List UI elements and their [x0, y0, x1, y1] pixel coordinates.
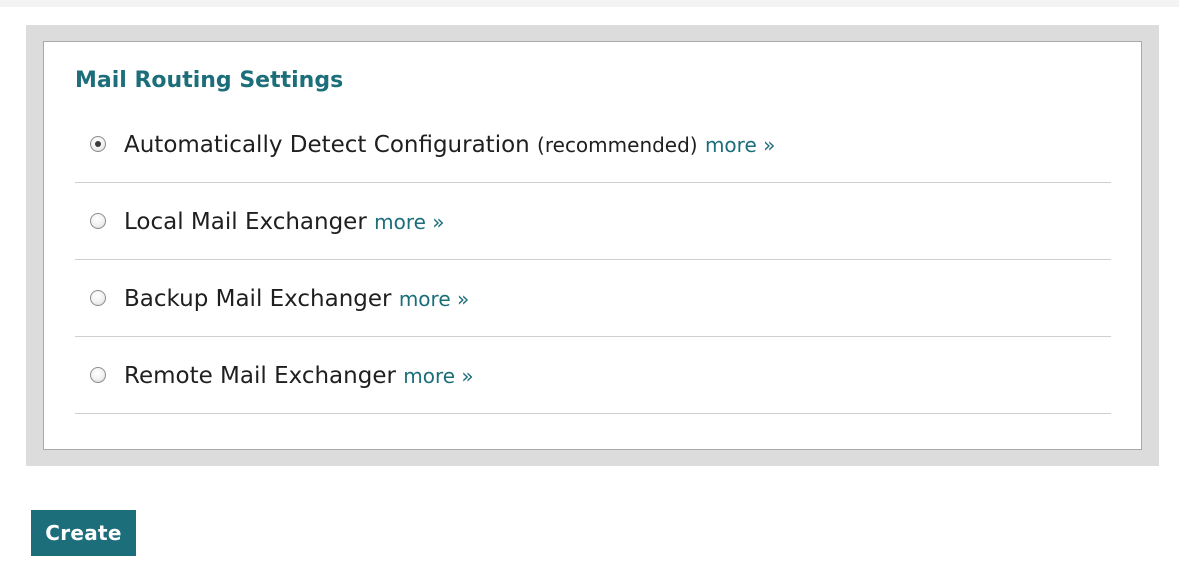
top-strip	[0, 0, 1179, 7]
more-link-backup-exchanger[interactable]: more »	[399, 287, 469, 311]
option-auto-detect[interactable]: Automatically Detect Configuration (reco…	[75, 106, 1111, 183]
radio-backup-exchanger[interactable]	[90, 290, 106, 306]
more-link-local-exchanger[interactable]: more »	[374, 210, 444, 234]
option-text: Backup Mail Exchanger more »	[124, 284, 469, 314]
option-remote-exchanger[interactable]: Remote Mail Exchanger more »	[75, 337, 1111, 414]
routing-options-list: Automatically Detect Configuration (reco…	[75, 106, 1111, 414]
option-text: Automatically Detect Configuration (reco…	[124, 130, 775, 160]
panel-title: Mail Routing Settings	[75, 68, 344, 93]
mail-routing-panel: Mail Routing Settings Automatically Dete…	[26, 25, 1159, 466]
option-text: Local Mail Exchanger more »	[124, 207, 445, 237]
radio-remote-exchanger[interactable]	[90, 367, 106, 383]
radio-local-exchanger[interactable]	[90, 213, 106, 229]
radio-auto-detect[interactable]	[90, 136, 106, 152]
option-label: Remote Mail Exchanger	[124, 363, 396, 389]
create-button[interactable]: Create	[31, 510, 136, 556]
option-note: (recommended)	[537, 133, 698, 157]
option-local-exchanger[interactable]: Local Mail Exchanger more »	[75, 183, 1111, 260]
more-link-remote-exchanger[interactable]: more »	[403, 364, 473, 388]
option-label: Local Mail Exchanger	[124, 209, 367, 235]
option-label: Automatically Detect Configuration	[124, 132, 530, 158]
option-label: Backup Mail Exchanger	[124, 286, 392, 312]
option-backup-exchanger[interactable]: Backup Mail Exchanger more »	[75, 260, 1111, 337]
option-text: Remote Mail Exchanger more »	[124, 361, 474, 391]
page: Mail Routing Settings Automatically Dete…	[0, 0, 1179, 575]
mail-routing-panel-body: Mail Routing Settings Automatically Dete…	[43, 41, 1142, 450]
more-link-auto-detect[interactable]: more »	[705, 133, 775, 157]
